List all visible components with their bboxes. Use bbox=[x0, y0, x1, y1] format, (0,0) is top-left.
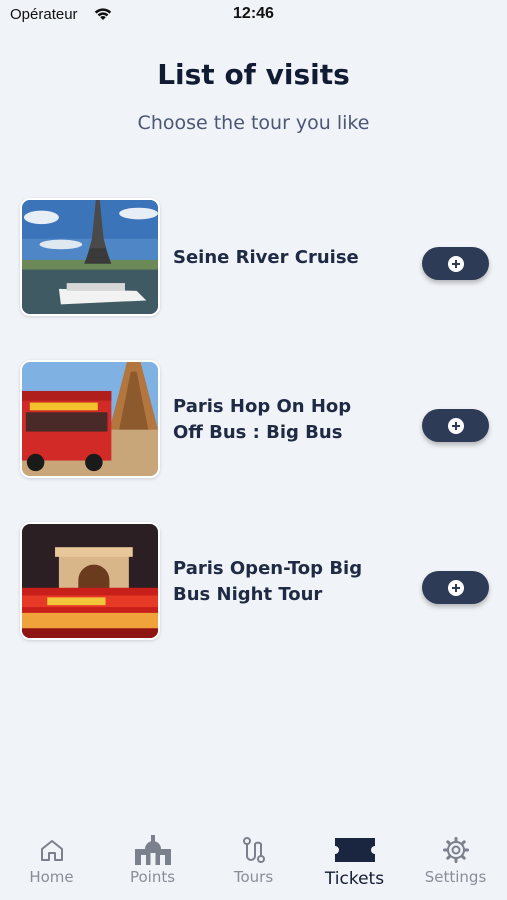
tour-thumbnail[interactable] bbox=[20, 198, 160, 316]
tour-thumbnail[interactable] bbox=[20, 522, 160, 640]
page-title: List of visits bbox=[157, 58, 350, 91]
tab-settings[interactable]: Settings bbox=[405, 822, 506, 900]
tour-card[interactable]: Seine River Cruise bbox=[0, 198, 507, 318]
plus-icon bbox=[447, 417, 464, 434]
tab-bar: Home Points Tours Tickets Settings bbox=[0, 822, 507, 900]
ticket-icon bbox=[334, 838, 375, 862]
tour-card[interactable]: Paris Open-Top Big Bus Night Tour bbox=[0, 522, 507, 642]
tab-label: Settings bbox=[424, 868, 487, 886]
tab-tours[interactable]: Tours bbox=[203, 822, 304, 900]
status-bar: Opérateur 12:46 bbox=[0, 0, 507, 32]
tab-label: Tickets bbox=[324, 869, 385, 889]
plus-icon bbox=[447, 255, 464, 272]
monument-icon bbox=[134, 835, 171, 865]
home-icon bbox=[40, 840, 63, 861]
add-tour-button[interactable] bbox=[422, 409, 489, 442]
plus-icon bbox=[447, 579, 464, 596]
tour-name: Paris Hop On Hop Off Bus : Big Bus bbox=[173, 396, 352, 443]
add-tour-button[interactable] bbox=[422, 571, 489, 604]
tab-points[interactable]: Points bbox=[102, 822, 203, 900]
gear-icon bbox=[442, 837, 469, 863]
page-subtitle: Choose the tour you like bbox=[137, 112, 370, 134]
tab-home[interactable]: Home bbox=[1, 822, 102, 900]
tour-name: Paris Open-Top Big Bus Night Tour bbox=[173, 558, 363, 605]
tab-label: Tours bbox=[233, 868, 274, 886]
tab-label: Points bbox=[129, 868, 176, 886]
tour-card[interactable]: Paris Hop On Hop Off Bus : Big Bus bbox=[0, 360, 507, 480]
status-time: 12:46 bbox=[233, 5, 274, 22]
tour-thumbnail[interactable] bbox=[20, 360, 160, 478]
add-tour-button[interactable] bbox=[422, 247, 489, 280]
tab-label: Home bbox=[29, 868, 74, 886]
tab-tickets[interactable]: Tickets bbox=[304, 822, 405, 900]
route-icon bbox=[242, 837, 265, 863]
tour-name: Seine River Cruise bbox=[173, 247, 359, 268]
